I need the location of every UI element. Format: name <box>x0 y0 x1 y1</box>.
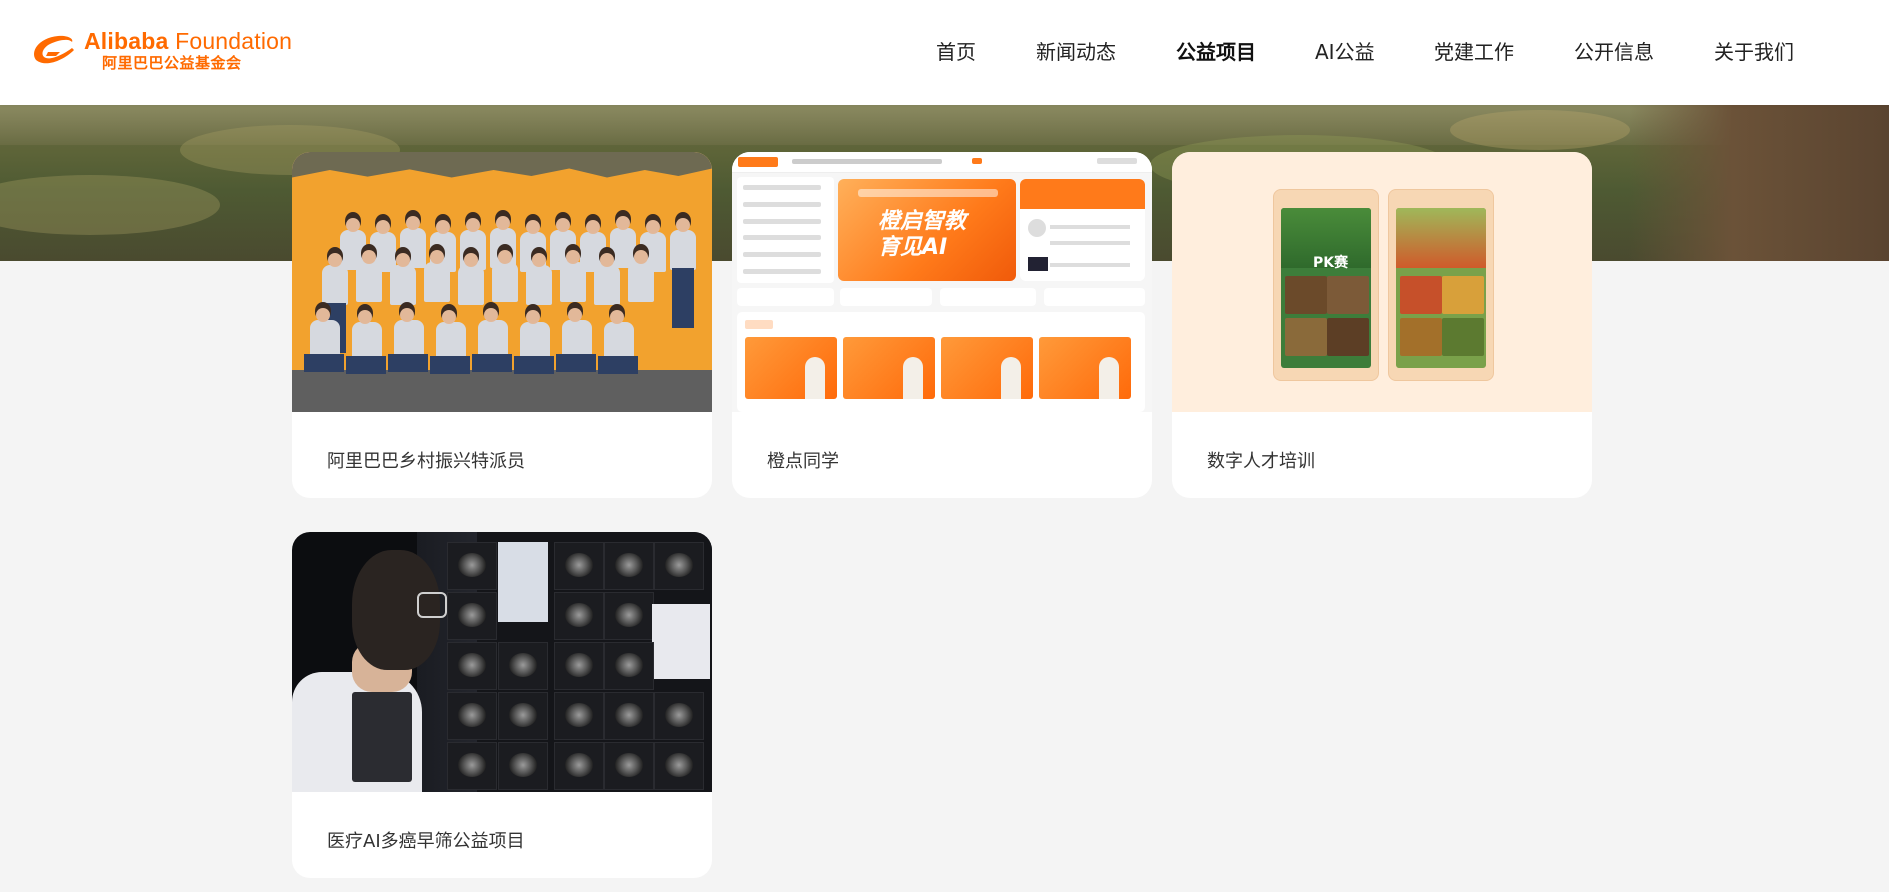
alibaba-foundation-logo[interactable]: Alibaba Foundation 阿里巴巴公益基金会 <box>28 28 298 74</box>
website-screenshot: 橙启智教 育见AI <box>732 152 1152 412</box>
team-photo <box>292 152 712 412</box>
project-title: 阿里巴巴乡村振兴特派员 <box>327 451 525 472</box>
project-title: 橙点同学 <box>767 451 839 472</box>
nav-party-work[interactable]: 党建工作 <box>1434 36 1514 65</box>
medical-scan-photo <box>292 532 712 792</box>
logo-chinese-text: 阿里巴巴公益基金会 <box>102 54 242 72</box>
project-card-chengdian-tongxue[interactable]: 橙启智教 育见AI 橙点同学 <box>732 152 1152 498</box>
nav-ai-charity[interactable]: AI公益 <box>1315 36 1375 65</box>
site-header: Alibaba Foundation 阿里巴巴公益基金会 首页 新闻动态 公益项… <box>0 0 1889 105</box>
nav-public-info[interactable]: 公开信息 <box>1574 36 1654 65</box>
project-title: 数字人才培训 <box>1207 451 1315 472</box>
nav-news[interactable]: 新闻动态 <box>1036 36 1116 65</box>
nav-about-us[interactable]: 关于我们 <box>1714 36 1794 65</box>
project-card-digital-talent[interactable]: PK赛 数字人才培训 <box>1172 152 1592 498</box>
logo-english-text: Alibaba Foundation <box>84 28 293 54</box>
nav-home[interactable]: 首页 <box>936 36 976 65</box>
project-title: 医疗AI多癌早筛公益项目 <box>327 831 525 852</box>
hero-banner-text: 橙启智教 育见AI <box>878 209 967 260</box>
project-card-rural-revitalization[interactable]: 阿里巴巴乡村振兴特派员 <box>292 152 712 498</box>
project-card-medical-ai-screening[interactable]: 医疗AI多癌早筛公益项目 <box>292 532 712 878</box>
alibaba-logo-icon <box>34 35 74 64</box>
phone-screens: PK赛 <box>1172 152 1592 412</box>
nav-projects[interactable]: 公益项目 <box>1176 36 1256 65</box>
phone-promo-text: PK赛 <box>1313 255 1349 271</box>
